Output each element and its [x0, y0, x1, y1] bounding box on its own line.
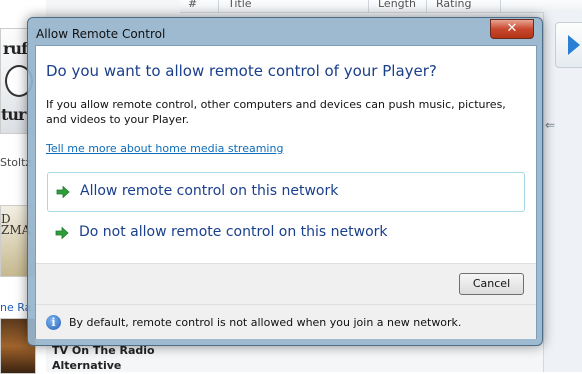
album-art-text: tur — [1, 105, 26, 124]
command-label: Allow remote control on this network — [80, 183, 339, 199]
cancel-button[interactable]: Cancel — [459, 273, 524, 295]
green-arrow-icon — [56, 185, 70, 199]
info-icon: i — [46, 315, 61, 330]
do-not-allow-remote-control-button[interactable]: Do not allow remote control on this netw… — [47, 214, 523, 252]
button-bar: Cancel — [36, 263, 536, 304]
play-button[interactable] — [555, 22, 582, 68]
help-link[interactable]: Tell me more about home media streaming — [46, 142, 283, 155]
column-header-title[interactable]: Title — [228, 0, 252, 10]
album-art-text: ruf — [3, 39, 28, 58]
allow-remote-control-button[interactable]: Allow remote control on this network — [47, 172, 525, 212]
green-arrow-icon — [55, 226, 69, 240]
column-header-bar: # Title Length Rating — [180, 0, 582, 13]
dialog-title: Allow Remote Control — [36, 27, 166, 41]
album-art-text: D ZMA — [1, 212, 31, 237]
play-icon — [568, 35, 580, 55]
list-item[interactable]: Alternative — [52, 359, 532, 372]
back-arrow-icon[interactable]: ⇐ — [545, 118, 555, 132]
title-bar[interactable]: Allow Remote Control ✕ — [28, 18, 542, 46]
allow-remote-control-dialog: Allow Remote Control ✕ Do you want to al… — [27, 17, 543, 346]
column-header-rating[interactable]: Rating — [436, 0, 471, 10]
footer: i By default, remote control is not allo… — [36, 304, 536, 339]
footer-text: By default, remote control is not allowe… — [69, 316, 462, 329]
column-header-number[interactable]: # — [188, 0, 197, 10]
close-button[interactable]: ✕ — [490, 19, 534, 39]
main-instruction: Do you want to allow remote control of y… — [46, 62, 437, 80]
dialog-content: Do you want to allow remote control of y… — [35, 45, 537, 339]
column-header-length[interactable]: Length — [378, 0, 416, 10]
body-text: If you allow remote control, other compu… — [46, 98, 506, 126]
command-label: Do not allow remote control on this netw… — [79, 224, 388, 240]
